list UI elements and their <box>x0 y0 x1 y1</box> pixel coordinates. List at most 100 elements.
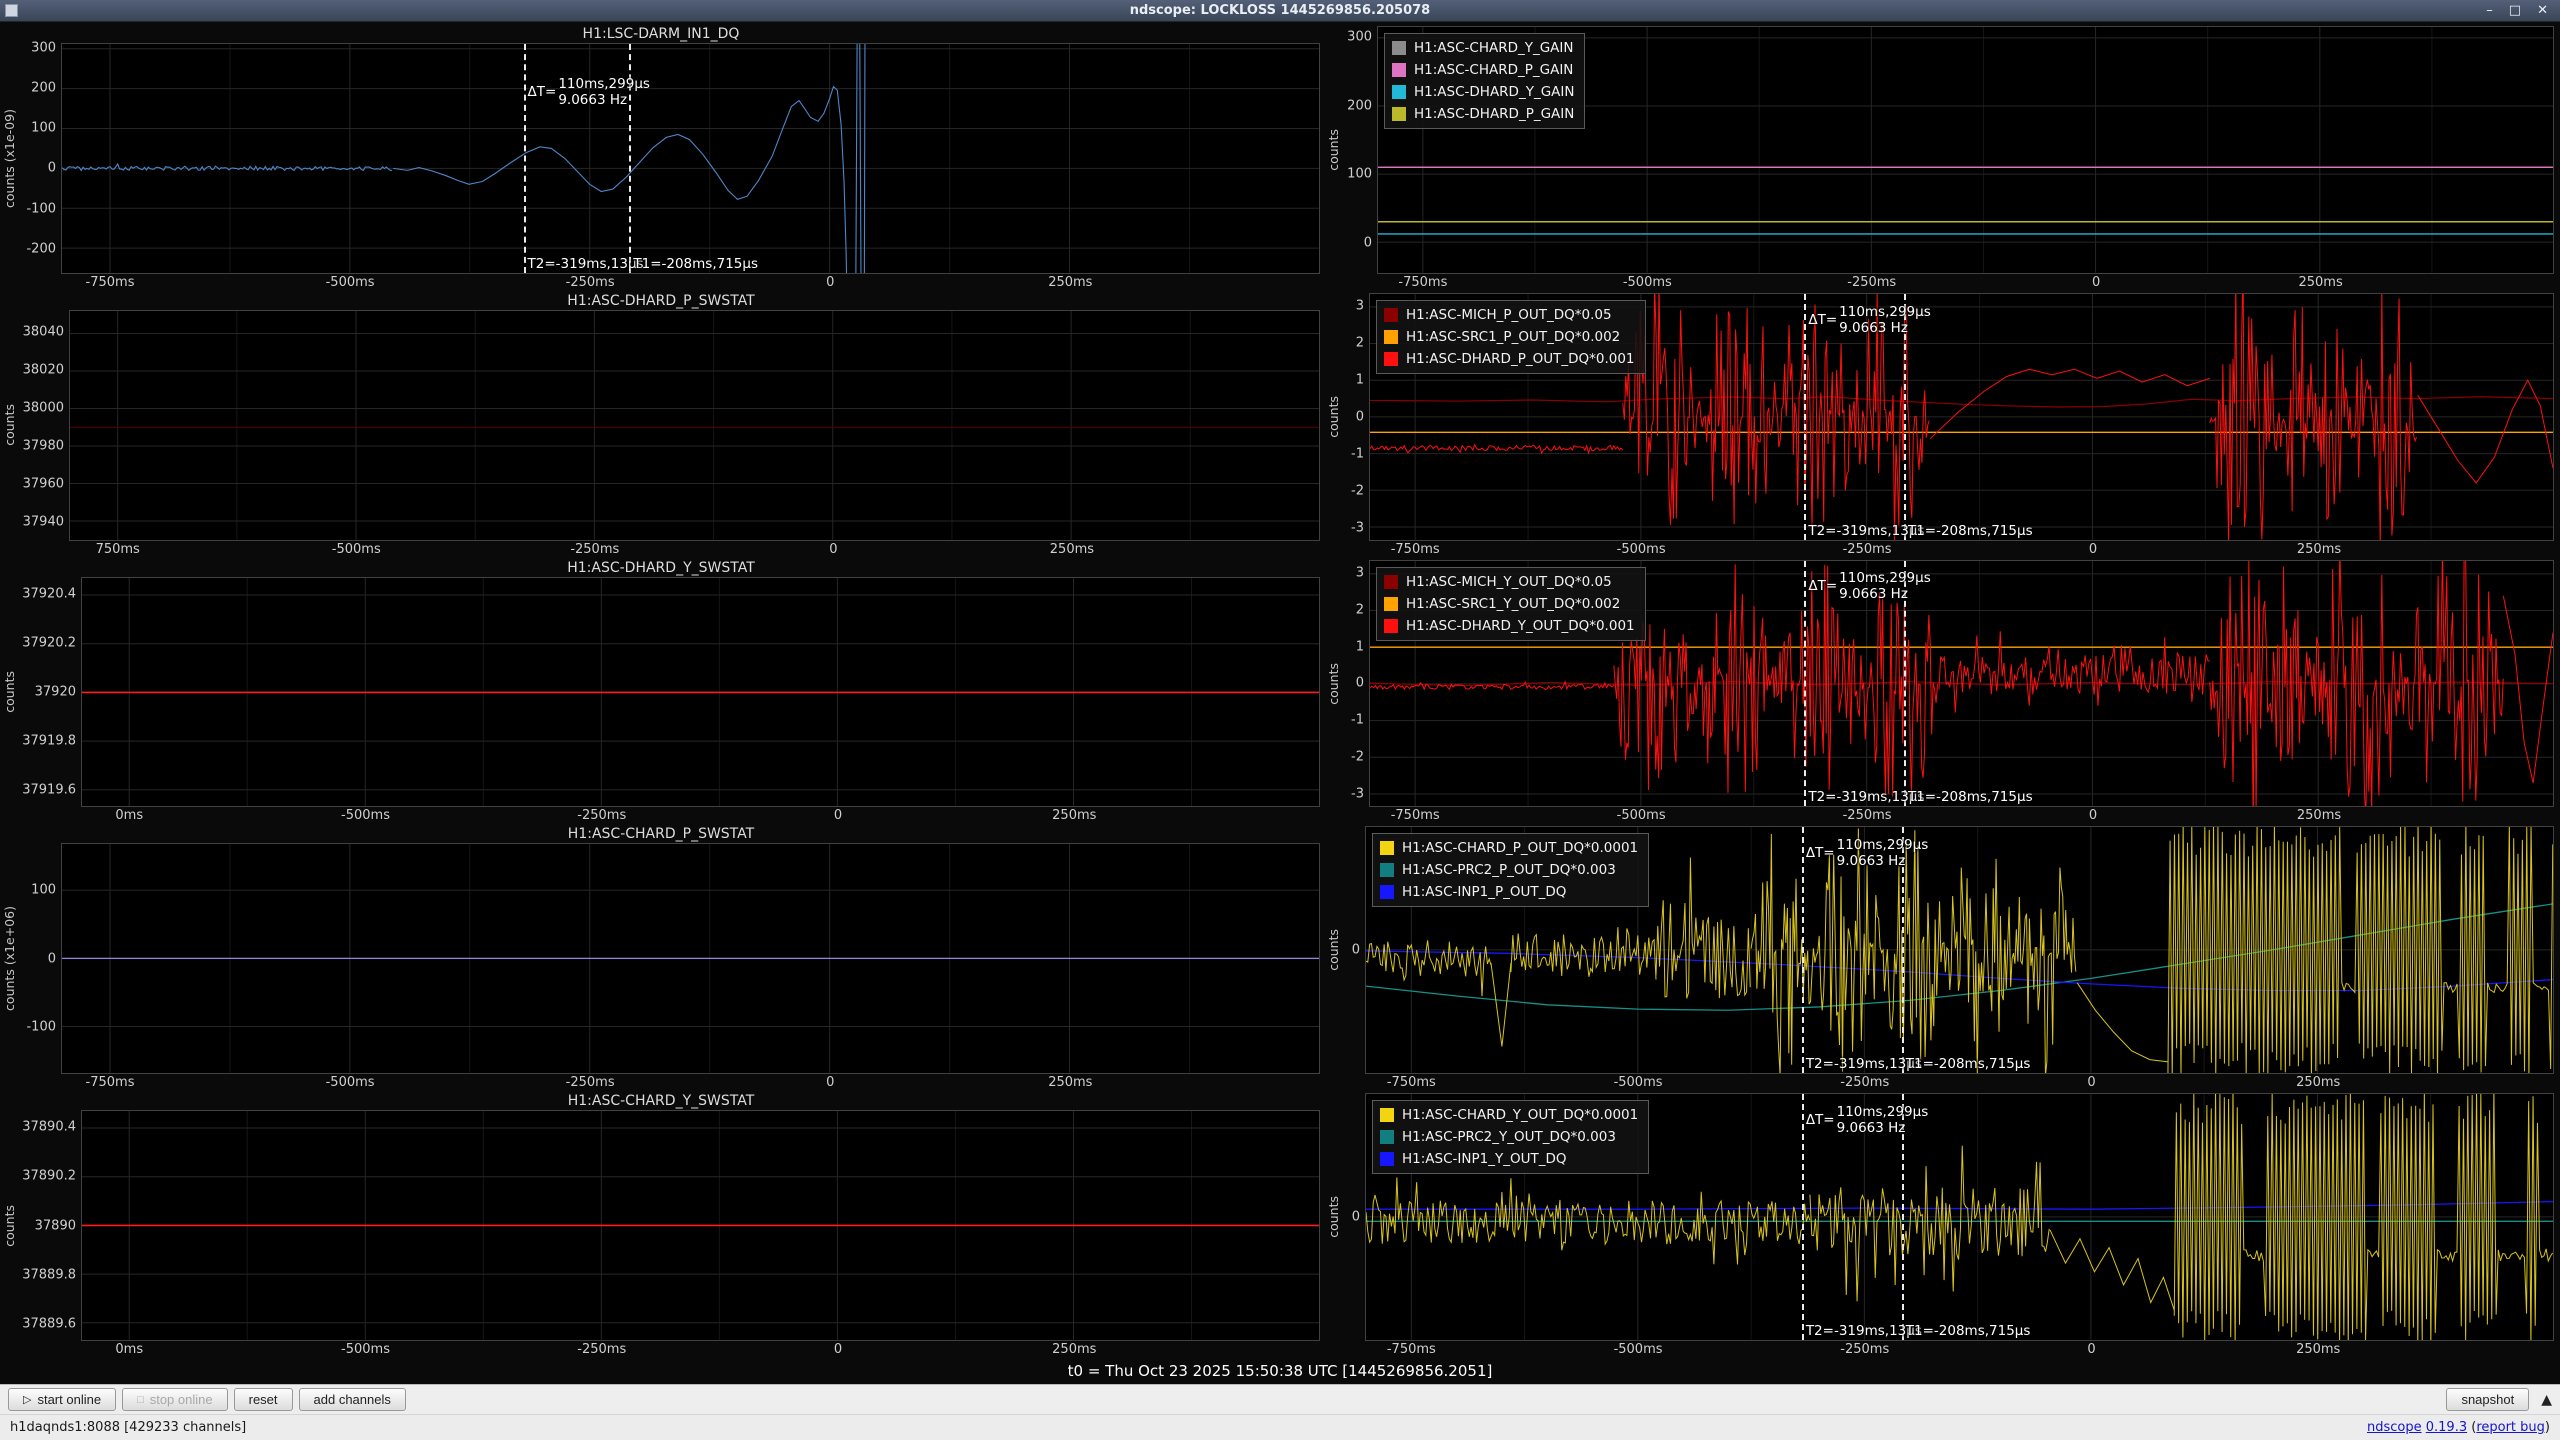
x-tick-label: -250ms <box>570 542 619 557</box>
x-axis[interactable]: 0ms-500ms-250ms0250ms <box>82 807 1320 824</box>
close-icon[interactable]: ✕ <box>2537 3 2548 18</box>
y-axis-label: counts <box>1326 26 1341 274</box>
reset-button[interactable]: reset <box>234 1388 293 1411</box>
cursor-t2[interactable] <box>524 44 526 273</box>
stop-online-button[interactable]: □ stop online <box>122 1388 228 1411</box>
y-tick-label: 37940 <box>23 514 64 529</box>
title-bar[interactable]: ndscope: LOCKLOSS 1445269856.205078 – □ … <box>0 0 2560 22</box>
cursor-t2[interactable] <box>1802 827 1804 1073</box>
y-axis[interactable]: 37890.437890.23789037889.837889.6 <box>17 1110 81 1341</box>
legend-channel-label: H1:ASC-DHARD_Y_GAIN <box>1414 84 1574 100</box>
x-axis[interactable]: -750ms-500ms-250ms0250ms <box>1370 541 2554 558</box>
expander-triangle-icon[interactable]: ▲ <box>2541 1392 2552 1408</box>
delta-t-freq: 9.0663 Hz <box>1837 853 1929 869</box>
legend[interactable]: H1:ASC-CHARD_Y_GAINH1:ASC-CHARD_P_GAINH1… <box>1384 33 1585 129</box>
delta-t-prefix: ΔT= <box>1806 845 1835 861</box>
x-axis[interactable]: -750ms-500ms-250ms0250ms <box>62 1074 1320 1091</box>
cursor-t2[interactable] <box>1804 294 1806 540</box>
x-tick-label: -500ms <box>1614 1342 1663 1357</box>
trace <box>1366 1202 2553 1210</box>
y-axis[interactable]: 37920.437920.23792037919.837919.6 <box>17 577 81 808</box>
y-axis[interactable]: 0 <box>1341 1093 1365 1341</box>
x-axis[interactable]: -750ms-500ms-250ms0250ms <box>1370 807 2554 824</box>
plot-title: H1:ASC-CHARD_P_SWSTAT <box>2 826 1320 843</box>
delta-t-values: 110ms,299µs9.0663 Hz <box>1837 1104 1929 1136</box>
plot-L5: H1:ASC-CHARD_Y_SWSTATcounts37890.437890.… <box>2 1091 1320 1358</box>
y-axis[interactable]: 3002001000-100-200 <box>17 43 61 274</box>
x-axis[interactable]: -750ms-500ms-250ms0250ms <box>62 274 1320 291</box>
x-tick-label: -500ms <box>326 275 375 290</box>
y-axis[interactable]: 1000-100 <box>17 843 61 1074</box>
y-axis[interactable]: 3210-1-2-3 <box>1341 560 1369 808</box>
legend[interactable]: H1:ASC-CHARD_P_OUT_DQ*0.0001H1:ASC-PRC2_… <box>1372 833 1649 907</box>
minimize-icon[interactable]: – <box>2486 3 2493 18</box>
plot-canvas[interactable] <box>62 44 1319 273</box>
version-link[interactable]: 0.19.3 <box>2426 1420 2467 1435</box>
y-tick-label: 0 <box>1356 409 1364 424</box>
x-tick-label: 0 <box>2087 1342 2095 1357</box>
plot-title: H1:LSC-DARM_IN1_DQ <box>2 26 1320 43</box>
y-axis[interactable]: 3210-1-2-3 <box>1341 293 1369 541</box>
ndscope-window: ndscope: LOCKLOSS 1445269856.205078 – □ … <box>0 0 2560 1440</box>
plot-canvas[interactable] <box>82 1111 1319 1340</box>
plot-area[interactable]: H1:ASC-CHARD_Y_OUT_DQ*0.0001H1:ASC-PRC2_… <box>1365 1093 2554 1341</box>
plot-area[interactable]: H1:ASC-MICH_P_OUT_DQ*0.05H1:ASC-SRC1_P_O… <box>1369 293 2554 541</box>
y-axis-label-text: counts <box>1326 1196 1341 1238</box>
add-channels-button[interactable]: add channels <box>299 1388 406 1411</box>
y-tick-label: 37889.8 <box>22 1267 76 1282</box>
plot-area[interactable]: H1:ASC-CHARD_Y_GAINH1:ASC-CHARD_P_GAINH1… <box>1377 26 2554 274</box>
y-tick-label: 37919.8 <box>22 734 76 749</box>
x-axis[interactable]: 750ms-500ms-250ms0250ms <box>70 541 1320 558</box>
y-axis-label: counts <box>2 1110 17 1341</box>
cursor-t1-label: T1=-208ms,715µs <box>1906 1056 2031 1072</box>
x-tick-label: 250ms <box>1048 275 1092 290</box>
x-axis[interactable]: 0ms-500ms-250ms0250ms <box>82 1341 1320 1358</box>
y-tick-label: 200 <box>1347 98 1372 113</box>
x-axis[interactable]: -750ms-500ms-250ms0250ms <box>1366 1074 2554 1091</box>
right-plot-column: counts3002001000H1:ASC-CHARD_Y_GAINH1:AS… <box>1326 24 2554 1358</box>
plot-canvas[interactable] <box>70 311 1319 540</box>
cursor-t2[interactable] <box>1802 1094 1804 1340</box>
start-online-button[interactable]: ▷ start online <box>8 1388 116 1411</box>
report-bug-link[interactable]: report bug <box>2476 1420 2545 1435</box>
x-axis[interactable]: -750ms-500ms-250ms0250ms <box>1378 274 2554 291</box>
x-tick-label: -500ms <box>1623 275 1672 290</box>
y-axis[interactable]: 380403802038000379803796037940 <box>17 310 69 541</box>
legend-swatch <box>1384 619 1398 633</box>
delta-t-annotation: ΔT=110ms,299µs9.0663 Hz <box>1808 304 1930 336</box>
y-axis[interactable]: 0 <box>1341 826 1365 1074</box>
maximize-icon[interactable]: □ <box>2509 3 2521 18</box>
plot-title: H1:ASC-DHARD_P_SWSTAT <box>2 293 1320 310</box>
plot-area[interactable]: ΔT=110ms,299µs9.0663 HzT2=-319ms,13µsT1=… <box>61 43 1320 274</box>
cursor-t2[interactable] <box>1804 561 1806 807</box>
ndscope-link[interactable]: ndscope <box>2367 1420 2422 1435</box>
version-links: ndscope 0.19.3 (report bug) <box>2367 1420 2550 1435</box>
x-tick-label: 0 <box>2087 1075 2095 1090</box>
legend-channel-label: H1:ASC-PRC2_P_OUT_DQ*0.003 <box>1402 862 1616 878</box>
x-tick-label: -750ms <box>1398 275 1447 290</box>
delta-t-prefix: ΔT= <box>528 84 557 100</box>
snapshot-button[interactable]: snapshot <box>2446 1388 2529 1411</box>
plot-canvas[interactable] <box>82 578 1319 807</box>
y-tick-label: 38000 <box>23 401 64 416</box>
legend[interactable]: H1:ASC-MICH_Y_OUT_DQ*0.05H1:ASC-SRC1_Y_O… <box>1376 567 1646 641</box>
plot-area[interactable]: H1:ASC-CHARD_P_OUT_DQ*0.0001H1:ASC-PRC2_… <box>1365 826 2554 1074</box>
legend-channel-label: H1:ASC-INP1_Y_OUT_DQ <box>1402 1151 1566 1167</box>
plot-area[interactable] <box>61 843 1320 1074</box>
plot-area[interactable] <box>81 577 1320 808</box>
x-tick-label: -750ms <box>1391 808 1440 823</box>
plot-area[interactable] <box>69 310 1320 541</box>
y-tick-label: 300 <box>31 40 56 55</box>
legend[interactable]: H1:ASC-CHARD_Y_OUT_DQ*0.0001H1:ASC-PRC2_… <box>1372 1100 1649 1174</box>
plot-area[interactable] <box>81 1110 1320 1341</box>
x-tick-label: -250ms <box>566 1075 615 1090</box>
x-tick-label: 0ms <box>115 808 143 823</box>
x-tick-label: 0 <box>826 1075 834 1090</box>
y-axis[interactable]: 3002001000 <box>1341 26 1377 274</box>
plot-area[interactable]: H1:ASC-MICH_Y_OUT_DQ*0.05H1:ASC-SRC1_Y_O… <box>1369 560 2554 808</box>
legend[interactable]: H1:ASC-MICH_P_OUT_DQ*0.05H1:ASC-SRC1_P_O… <box>1376 300 1646 374</box>
x-axis[interactable]: -750ms-500ms-250ms0250ms <box>1366 1341 2554 1358</box>
y-tick-label: 1 <box>1356 639 1364 654</box>
plot-canvas[interactable] <box>62 844 1319 1073</box>
y-tick-label: 300 <box>1347 29 1372 44</box>
